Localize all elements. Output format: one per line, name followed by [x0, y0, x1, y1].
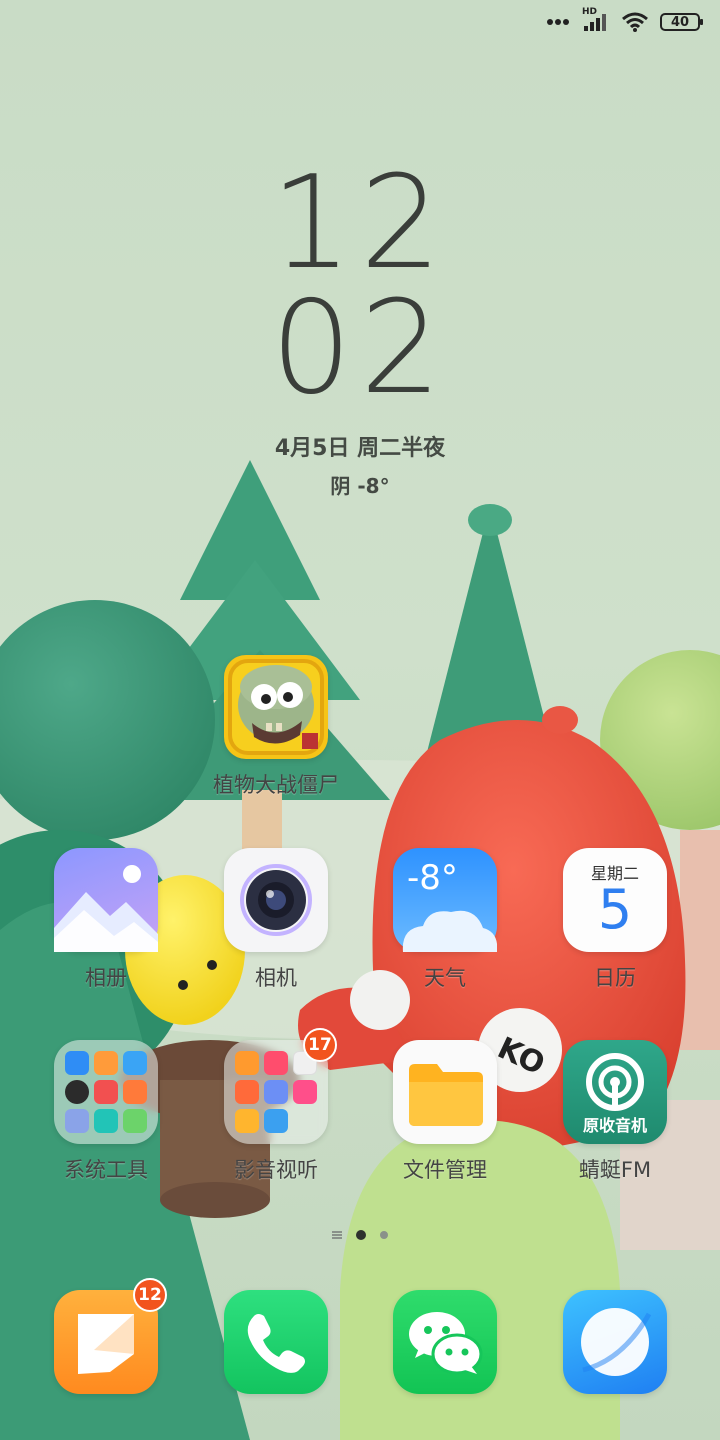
system-tools-label: 系统工具 [64, 1158, 148, 1182]
store-mini-icon [235, 1080, 259, 1104]
messages-badge: 12 [133, 1278, 167, 1312]
weather-text[interactable]: 阴 -8° [0, 470, 720, 499]
clock-mini-icon [65, 1080, 89, 1104]
music-mini-icon [264, 1051, 288, 1075]
app-files[interactable]: 文件管理 [370, 1040, 520, 1184]
notes-mini-icon [235, 1109, 259, 1133]
folder-media[interactable]: 17 影音视听 [201, 1028, 351, 1184]
dock-browser[interactable] [540, 1290, 690, 1394]
app-radio[interactable]: 原收音机 蜻蜓FM [540, 1040, 690, 1184]
dock-wechat[interactable] [370, 1290, 520, 1394]
camera-icon [224, 848, 328, 952]
page-dot-1[interactable] [356, 1230, 366, 1240]
app-gallery[interactable]: 相册 [31, 848, 181, 992]
folder-icon [54, 1040, 158, 1144]
compass-mini-icon [65, 1109, 89, 1133]
page-list-icon[interactable] [332, 1231, 342, 1239]
media-badge: 17 [303, 1028, 337, 1062]
pvz-icon [224, 655, 328, 759]
radio-icon-text: 原收音机 [582, 1116, 647, 1135]
weather-icon: -8° [393, 848, 497, 952]
gallery-label: 相册 [85, 966, 127, 990]
files-icon [393, 1040, 497, 1144]
video-mini-icon [123, 1080, 147, 1104]
game-mini-icon [264, 1080, 288, 1104]
dock-messages[interactable]: 12 [31, 1278, 181, 1394]
calendar-label: 日历 [594, 966, 636, 990]
app-camera[interactable]: 相机 [201, 848, 351, 992]
pvz-label: 植物大战僵尸 [213, 773, 339, 797]
gallery-icon [54, 848, 158, 952]
status-bar: HD 40 [546, 7, 703, 34]
calendar-icon: 星期二 5 [563, 848, 667, 952]
browser-icon [563, 1290, 667, 1394]
app-calendar[interactable]: 星期二 5 日历 [540, 848, 690, 992]
more-dots-icon [547, 19, 569, 25]
books-mini-icon [235, 1051, 259, 1075]
contacts-mini-icon [65, 1051, 89, 1075]
wechat-icon [393, 1290, 497, 1394]
media-label: 影音视听 [234, 1158, 318, 1182]
battery-icon: 40 [660, 13, 703, 31]
app-pvz[interactable]: 植物大战僵尸 [201, 655, 351, 799]
clock-minute[interactable]: 02 [0, 285, 720, 413]
page-dot-2[interactable] [380, 1231, 388, 1239]
scanner-mini-icon [94, 1109, 118, 1133]
files-label: 文件管理 [403, 1158, 487, 1182]
download-mini-icon [123, 1109, 147, 1133]
radio-label: 蜻蜓FM [578, 1158, 652, 1182]
theme-mini-icon [293, 1080, 317, 1104]
calculator-mini-icon [94, 1051, 118, 1075]
mail-mini-icon [123, 1051, 147, 1075]
radio-icon: 原收音机 [563, 1040, 667, 1144]
weather-label: 天气 [424, 966, 466, 990]
calendar-day: 5 [597, 878, 633, 941]
camera-label: 相机 [255, 966, 297, 990]
folder-system-tools[interactable]: 系统工具 [31, 1040, 181, 1184]
app-weather[interactable]: -8° 天气 [370, 848, 520, 992]
recorder-mini-icon [94, 1080, 118, 1104]
wifi-icon [622, 12, 648, 32]
page-indicator[interactable] [0, 1230, 720, 1240]
dock-phone[interactable] [201, 1290, 351, 1394]
signal-icon: HD [582, 7, 610, 33]
battery-level: 40 [670, 14, 690, 30]
clock-hour[interactable]: 12 [0, 160, 720, 288]
date-text[interactable]: 4月5日 周二半夜 [0, 430, 720, 462]
phone-icon [224, 1290, 328, 1394]
wallet-mini-icon [264, 1109, 288, 1133]
